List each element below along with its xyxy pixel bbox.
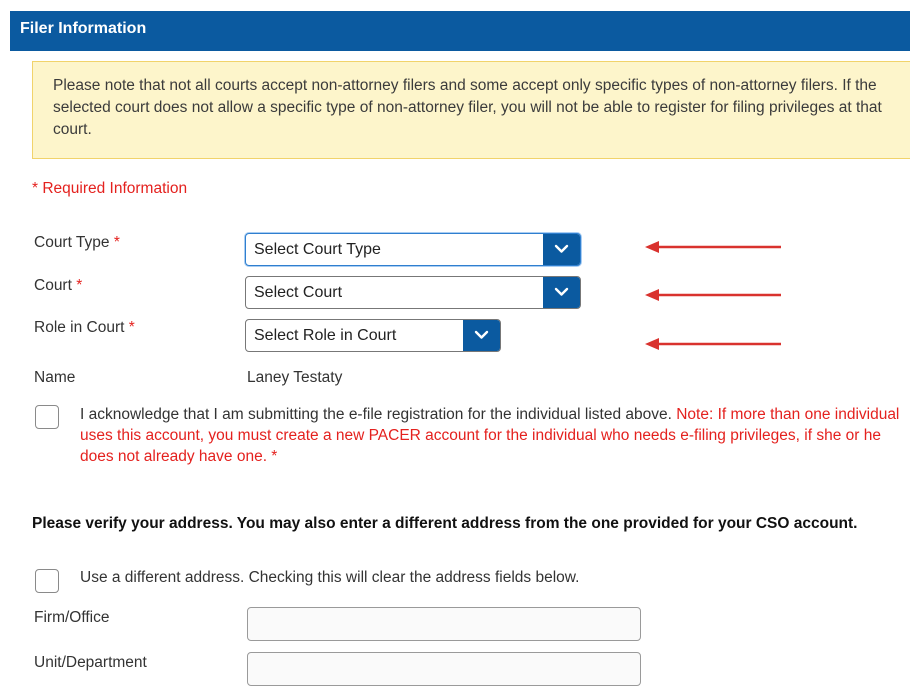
court-select[interactable]: Select Court [245,276,581,309]
court-type-label: Court Type * [34,234,120,252]
chevron-down-icon [554,287,569,296]
chevron-down-icon [554,244,569,253]
court-dropdown-button[interactable] [543,277,580,308]
required-information-label: * Required Information [32,180,188,197]
required-marker: * [128,319,135,336]
acknowledge-checkbox[interactable] [35,405,59,429]
court-label-text: Court [34,277,72,294]
role-selected: Select Role in Court [254,327,397,344]
name-label: Name [34,369,76,386]
name-value: Laney Testaty [247,369,343,386]
unit-department-input[interactable] [247,652,641,686]
role-in-court-label: Role in Court * [34,319,135,337]
notice-text: Please note that not all courts accept n… [53,77,882,138]
different-address-label: Use a different address. Checking this w… [80,569,580,586]
section-title: Filer Information [20,20,147,37]
different-address-checkbox[interactable] [35,569,59,593]
role-in-court-select[interactable]: Select Role in Court [245,319,501,352]
court-type-dropdown-button[interactable] [543,234,580,265]
acknowledge-text: I acknowledge that I am submitting the e… [80,404,905,467]
red-arrow-icon [645,289,781,301]
firm-office-input[interactable] [247,607,641,641]
court-type-label-text: Court Type [34,234,110,251]
filer-information-header: Filer Information [10,11,910,51]
firm-office-label: Firm/Office [34,609,110,626]
required-marker: * [113,234,120,251]
red-arrow-icon [645,338,781,350]
role-label-text: Role in Court [34,319,125,336]
court-type-select[interactable]: Select Court Type [245,233,581,266]
chevron-down-icon [474,330,489,339]
court-label: Court * [34,277,82,295]
non-attorney-notice: Please note that not all courts accept n… [32,61,910,159]
court-type-selected: Select Court Type [254,241,381,258]
verify-address-heading: Please verify your address. You may also… [32,515,858,532]
unit-department-label: Unit/Department [34,654,147,671]
red-arrow-icon [645,241,781,253]
required-marker: * [267,448,278,465]
role-dropdown-button[interactable] [463,320,500,351]
court-selected: Select Court [254,284,343,301]
acknowledge-statement: I acknowledge that I am submitting the e… [80,406,672,423]
required-marker: * [76,277,83,294]
